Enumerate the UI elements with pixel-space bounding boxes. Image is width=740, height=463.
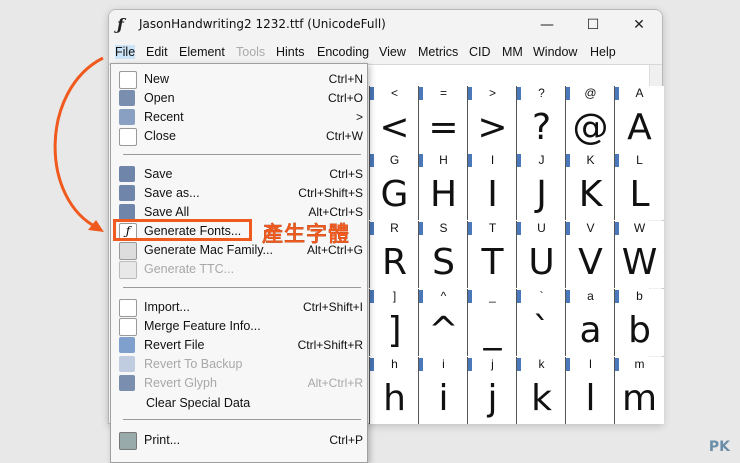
callout-label: 產生字體 <box>262 218 350 248</box>
watermark: PK <box>708 439 730 455</box>
generate-fonts-highlight-box <box>113 219 252 241</box>
annotation-arrow <box>53 56 104 232</box>
callout-text: 產生字體 <box>262 222 350 246</box>
